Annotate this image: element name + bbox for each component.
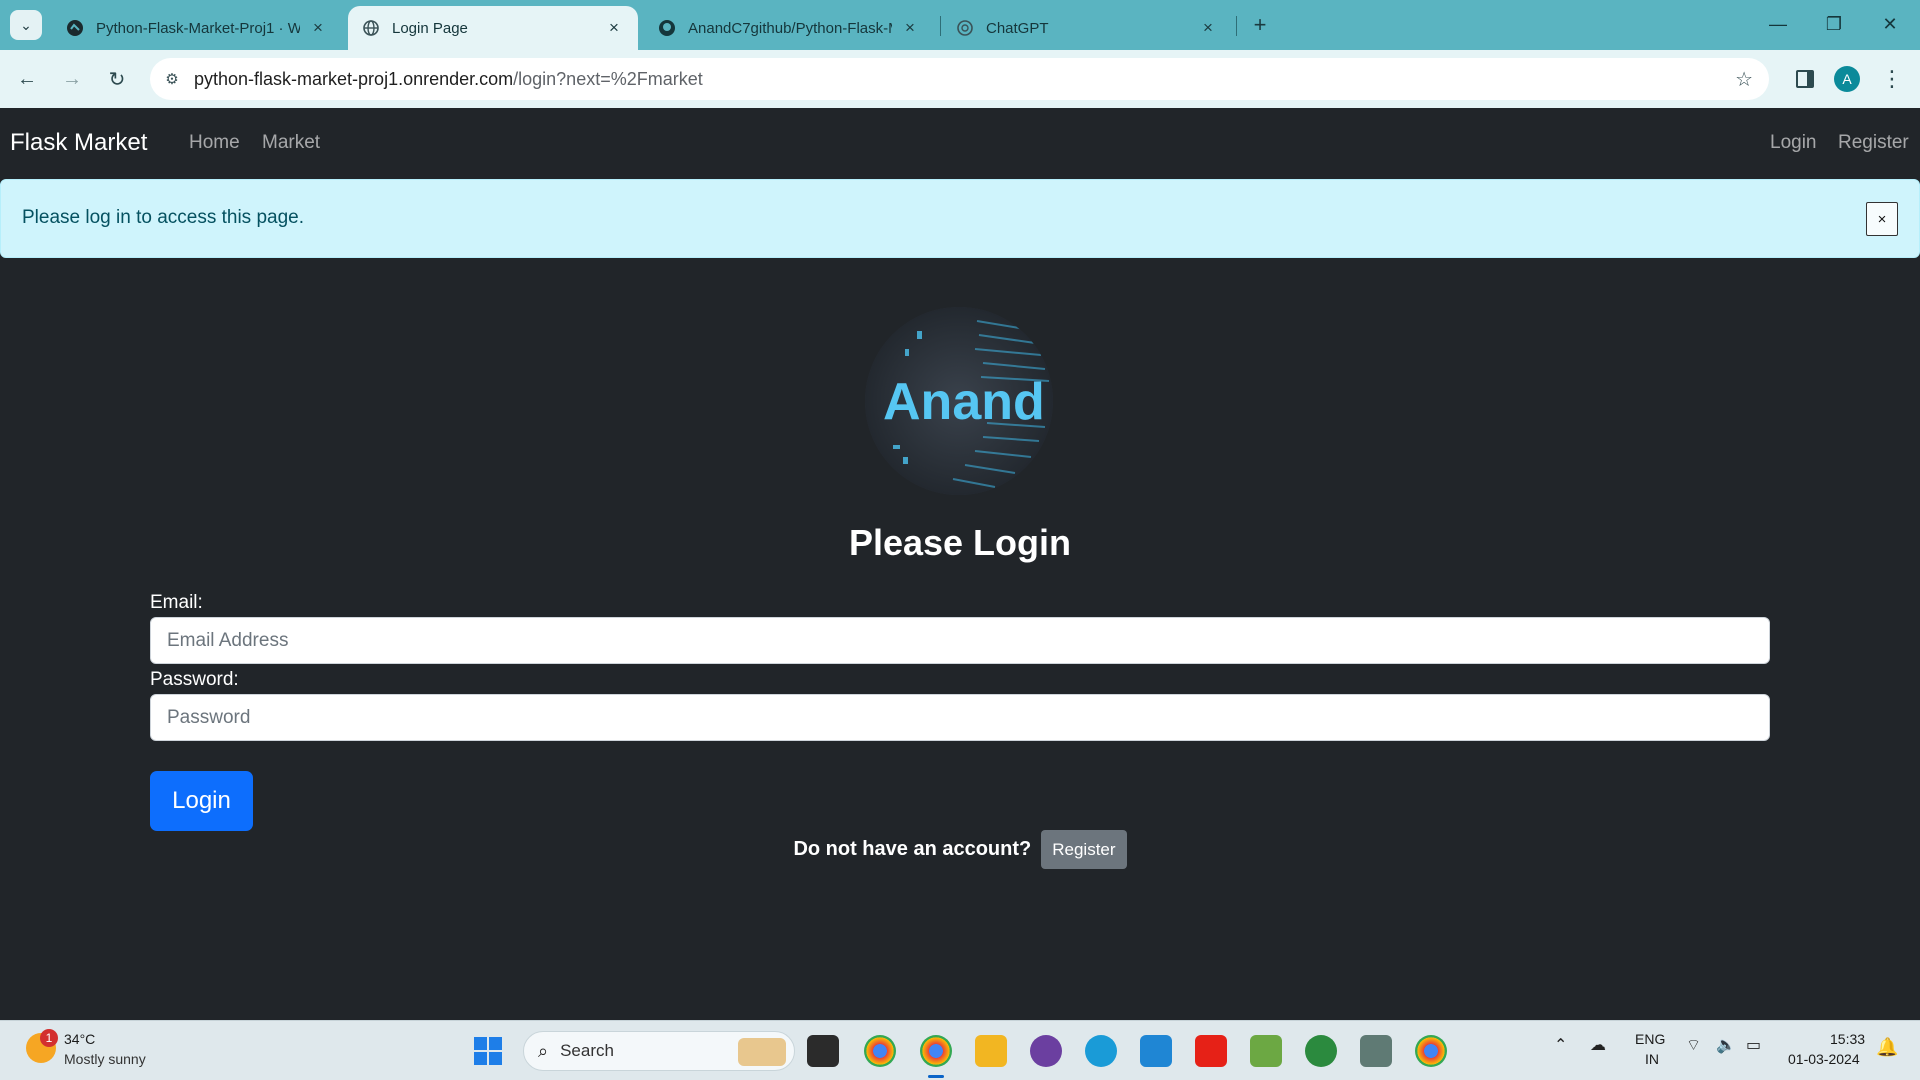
logo-image: Anand [865, 307, 1053, 495]
close-icon[interactable]: × [308, 18, 328, 38]
windows-start-icon[interactable] [474, 1037, 502, 1065]
forward-arrow-icon[interactable]: → [56, 63, 88, 95]
clock-time[interactable]: 15:33 [1830, 1031, 1865, 1047]
active-app-indicator [928, 1075, 944, 1078]
github-icon [658, 19, 676, 37]
wifi-icon[interactable]: ⌔ [1686, 1035, 1701, 1055]
tab-search-dropdown[interactable]: ⌄ [10, 10, 42, 40]
language-indicator[interactable]: ENG [1635, 1031, 1665, 1047]
search-icon: ⌕ [538, 1040, 549, 1061]
login-submit-button[interactable]: Login [150, 771, 253, 831]
tab-flask-render[interactable]: Python-Flask-Market-Proj1 · W × [52, 6, 342, 50]
url-path: /login?next=%2Fmarket [513, 68, 703, 89]
url-text: python-flask-market-proj1.onrender.com/l… [194, 69, 703, 90]
site-navbar: Flask Market Home Market Login Register [0, 108, 1920, 179]
profile-avatar[interactable]: A [1834, 66, 1860, 92]
minimize-icon[interactable]: — [1750, 6, 1806, 42]
password-label: Password: [150, 669, 239, 690]
email-field[interactable] [150, 617, 1770, 664]
windows-taskbar: 1 34°C Mostly sunny ⌕ Search ⌃ ☁ ENG IN … [0, 1020, 1920, 1080]
new-tab-plus-icon[interactable]: + [1245, 10, 1275, 40]
close-icon[interactable]: × [900, 18, 920, 38]
page-title: Please Login [848, 522, 1072, 563]
email-label: Email: [150, 592, 203, 613]
close-icon[interactable]: × [1198, 18, 1218, 38]
nav-link-login[interactable]: Login [1770, 132, 1817, 154]
password-field[interactable] [150, 694, 1770, 741]
taskbar-search[interactable]: ⌕ Search [523, 1031, 795, 1071]
nav-link-home[interactable]: Home [189, 132, 240, 154]
tab-title: Login Page [392, 19, 468, 37]
onedrive-cloud-icon[interactable]: ☁ [1590, 1035, 1606, 1055]
region-indicator[interactable]: IN [1645, 1051, 1659, 1067]
chatgpt-app-icon[interactable] [1360, 1035, 1392, 1067]
chrome-secondary-icon[interactable] [1415, 1035, 1447, 1067]
tab-title: Python-Flask-Market-Proj1 · W [96, 19, 300, 37]
battery-icon[interactable]: ▭ [1746, 1035, 1761, 1055]
youtube-icon[interactable] [1195, 1035, 1227, 1067]
file-explorer-icon[interactable] [975, 1035, 1007, 1067]
bookmark-star-icon[interactable]: ☆ [1735, 67, 1753, 92]
alert-message: Please log in to access this page. [22, 207, 305, 228]
tab-chatgpt[interactable]: ChatGPT × [942, 6, 1232, 50]
clock-date[interactable]: 01-03-2024 [1788, 1051, 1860, 1067]
weather-temperature[interactable]: 34°C [64, 1031, 95, 1047]
restore-icon[interactable]: ❐ [1806, 6, 1862, 42]
green-app-icon[interactable] [1305, 1035, 1337, 1067]
tray-overflow-chevron-icon[interactable]: ⌃ [1554, 1035, 1567, 1055]
chrome-icon[interactable] [864, 1035, 896, 1067]
alert-close-button[interactable]: × [1866, 202, 1898, 236]
address-bar[interactable]: ⚙ python-flask-market-proj1.onrender.com… [150, 58, 1769, 100]
profile-logo: Anand [865, 307, 1053, 495]
window-close-icon[interactable]: ✕ [1862, 6, 1918, 42]
openai-icon [956, 19, 974, 37]
volume-icon[interactable]: 🔈 [1716, 1035, 1736, 1055]
search-highlight-image [738, 1038, 786, 1066]
search-label: Search [560, 1041, 614, 1060]
back-arrow-icon[interactable]: ← [11, 63, 43, 95]
browser-tab-strip: ⌄ Python-Flask-Market-Proj1 · W × Login … [0, 0, 1920, 50]
browser-menu-icon[interactable]: ⋮ [1878, 63, 1906, 95]
logo-text: Anand [883, 373, 1045, 431]
weather-badge: 1 [40, 1029, 58, 1047]
info-alert: Please log in to access this page. × [0, 179, 1920, 258]
tab-title: AnandC7github/Python-Flask-M [688, 19, 892, 37]
tab-separator [1236, 16, 1237, 36]
nav-link-market[interactable]: Market [262, 132, 320, 154]
task-view-icon[interactable] [807, 1035, 839, 1067]
chrome-profile-icon[interactable] [920, 1035, 952, 1067]
close-icon[interactable]: × [604, 18, 624, 38]
brand-link[interactable]: Flask Market [10, 129, 147, 157]
edge-icon[interactable] [1085, 1035, 1117, 1067]
tab-login-page[interactable]: Login Page × [348, 6, 638, 50]
weather-description[interactable]: Mostly sunny [64, 1051, 146, 1067]
chevron-down-icon: ⌄ [20, 16, 32, 33]
site-settings-icon[interactable]: ⚙ [150, 70, 194, 88]
url-host: python-flask-market-proj1.onrender.com [194, 68, 514, 89]
notification-bell-icon[interactable]: 🔔 [1876, 1037, 1898, 1058]
github-desktop-icon[interactable] [1030, 1035, 1062, 1067]
browser-toolbar: ← → ↻ ⚙ python-flask-market-proj1.onrend… [0, 50, 1920, 108]
tab-separator [940, 16, 941, 36]
side-panel-icon[interactable] [1789, 63, 1821, 95]
tab-github[interactable]: AnandC7github/Python-Flask-M × [644, 6, 934, 50]
reload-icon[interactable]: ↻ [101, 63, 133, 95]
register-button[interactable]: Register [1041, 830, 1127, 869]
vscode-icon[interactable] [1140, 1035, 1172, 1067]
globe-icon [362, 19, 380, 37]
image-app-icon[interactable] [1250, 1035, 1282, 1067]
flask-render-icon [66, 19, 84, 37]
tab-title: ChatGPT [986, 19, 1049, 37]
nav-link-register[interactable]: Register [1838, 132, 1909, 154]
no-account-text: Do not have an account? [793, 838, 1032, 860]
register-prompt: Do not have an account? Register [0, 830, 1920, 869]
